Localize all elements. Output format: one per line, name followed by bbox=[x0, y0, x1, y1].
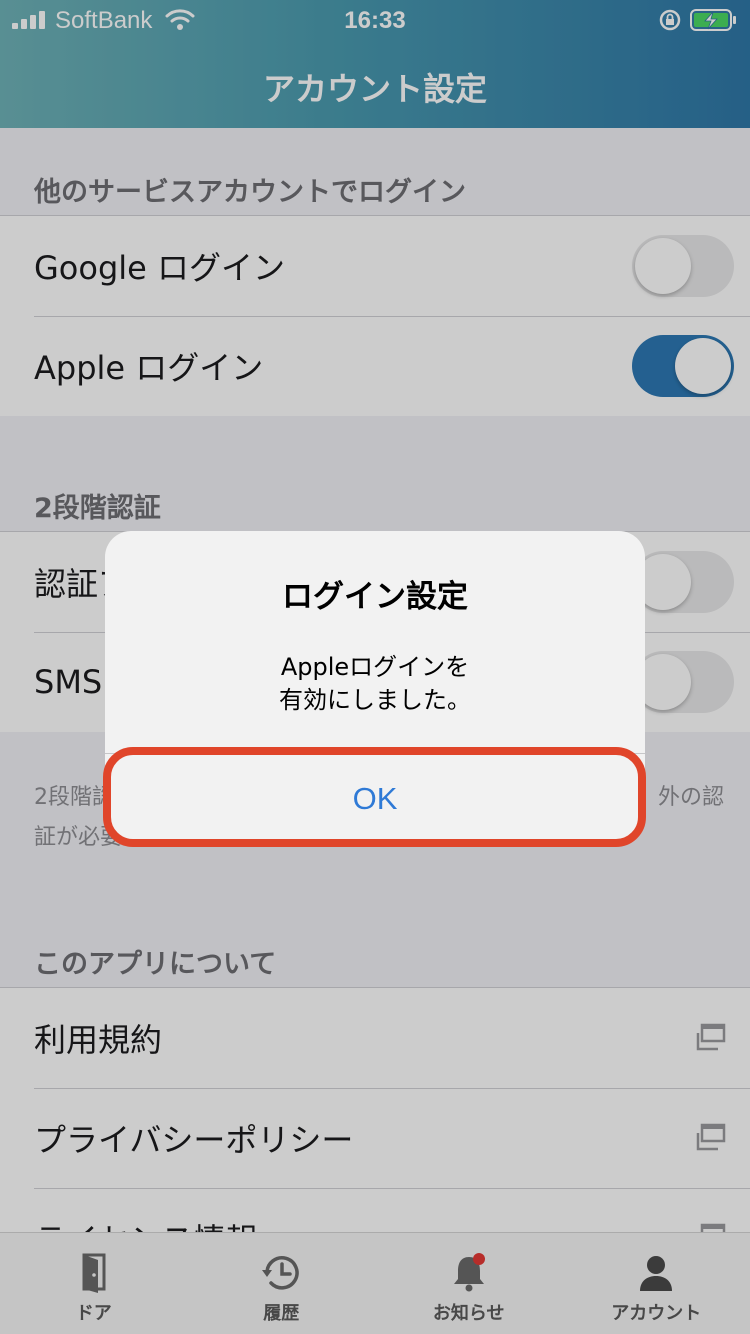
alert-title: ログイン設定 bbox=[282, 579, 468, 615]
alert-message-line1: Appleログインを bbox=[280, 653, 470, 681]
alert-message: Appleログインを 有効にしました。 bbox=[125, 651, 625, 717]
alert-message-line2: 有効にしました。 bbox=[279, 686, 471, 714]
ok-button-highlight bbox=[103, 747, 646, 847]
